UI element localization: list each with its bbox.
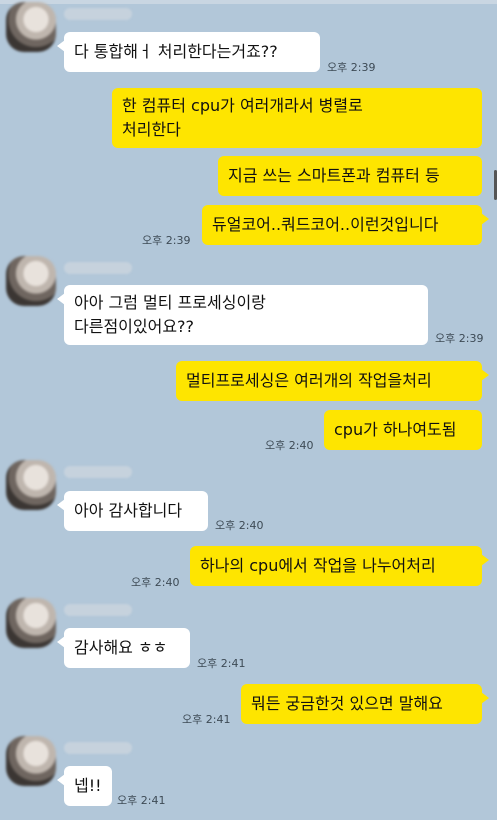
message-text: 뭐든 궁금한것 있으면 말해요 bbox=[251, 694, 443, 713]
message-time: 오후 2:40 bbox=[265, 439, 314, 452]
message-text: 지금 쓰는 스마트폰과 컴퓨터 등 bbox=[228, 166, 440, 185]
sender-name bbox=[64, 604, 132, 616]
message-bubble-incoming[interactable]: 다 통합해ㅓ 처리한다는거죠?? bbox=[57, 32, 320, 72]
message-bubble-outgoing[interactable]: 하나의 cpu에서 작업을 나누어처리 bbox=[190, 546, 489, 586]
message-text: 감사해요 ㅎㅎ bbox=[74, 638, 168, 657]
message-bubble-incoming[interactable]: 넵!! bbox=[57, 766, 112, 806]
avatar[interactable] bbox=[6, 2, 56, 52]
message-text: 하나의 cpu에서 작업을 나누어처리 bbox=[200, 556, 436, 575]
message-text: 듀얼코어..쿼드코어..이런것입니다 bbox=[212, 215, 439, 234]
avatar[interactable] bbox=[6, 256, 56, 306]
message-time: 오후 2:41 bbox=[197, 657, 246, 670]
message-time: 오후 2:41 bbox=[117, 794, 166, 807]
avatar[interactable] bbox=[6, 460, 56, 510]
message-bubble-outgoing[interactable]: 지금 쓰는 스마트폰과 컴퓨터 등 bbox=[218, 156, 482, 196]
message-text: cpu가 하나여도됨 bbox=[334, 420, 457, 439]
message-text: 다른점이있어요?? bbox=[74, 317, 195, 336]
message-time: 오후 2:39 bbox=[435, 332, 484, 345]
message-bubble-incoming[interactable]: 아아 감사합니다 bbox=[57, 491, 208, 531]
message-time: 오후 2:39 bbox=[142, 234, 191, 247]
message-text: 처리한다 bbox=[122, 120, 181, 139]
avatar[interactable] bbox=[6, 736, 56, 786]
message-bubble-incoming[interactable]: 아아 그럼 멀티 프로세싱이랑 다른점이있어요?? bbox=[57, 285, 428, 345]
message-text: 다 통합해ㅓ 처리한다는거죠?? bbox=[74, 42, 278, 61]
message-bubble-outgoing[interactable]: 한 컴퓨터 cpu가 여러개라서 병렬로 처리한다 bbox=[112, 88, 482, 148]
status-strip bbox=[0, 0, 497, 4]
message-bubble-outgoing[interactable]: 뭐든 궁금한것 있으면 말해요 bbox=[241, 684, 489, 724]
message-text: 넵!! bbox=[74, 776, 102, 795]
sender-name bbox=[64, 466, 132, 478]
message-time: 오후 2:40 bbox=[215, 519, 264, 532]
sender-name bbox=[64, 262, 132, 274]
message-bubble-outgoing[interactable]: cpu가 하나여도됨 bbox=[324, 410, 482, 450]
message-time: 오후 2:39 bbox=[327, 61, 376, 74]
message-bubble-outgoing[interactable]: 듀얼코어..쿼드코어..이런것입니다 bbox=[202, 205, 489, 245]
message-bubble-incoming[interactable]: 감사해요 ㅎㅎ bbox=[57, 628, 190, 668]
sender-name bbox=[64, 8, 132, 20]
message-bubble-outgoing[interactable]: 멀티프로세싱은 여러개의 작업을처리 bbox=[176, 361, 489, 401]
avatar[interactable] bbox=[6, 598, 56, 648]
message-time: 오후 2:41 bbox=[182, 713, 231, 726]
message-text: 아아 감사합니다 bbox=[74, 501, 183, 520]
message-text: 멀티프로세싱은 여러개의 작업을처리 bbox=[186, 371, 432, 390]
message-text: 한 컴퓨터 cpu가 여러개라서 병렬로 bbox=[122, 96, 363, 115]
sender-name bbox=[64, 742, 132, 754]
message-text: 아아 그럼 멀티 프로세싱이랑 bbox=[74, 293, 266, 312]
message-time: 오후 2:40 bbox=[131, 576, 180, 589]
